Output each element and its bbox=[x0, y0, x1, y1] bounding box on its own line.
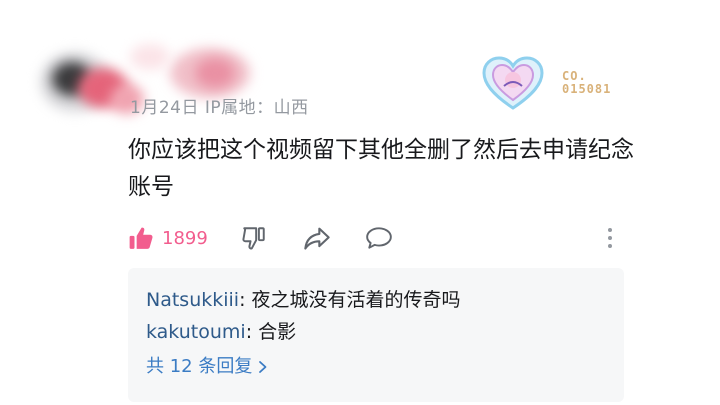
like-count: 1899 bbox=[162, 227, 208, 249]
chevron-right-icon bbox=[259, 361, 267, 373]
share-icon bbox=[304, 227, 330, 250]
dislike-button[interactable] bbox=[241, 225, 267, 251]
thumbs-up-icon bbox=[129, 227, 153, 249]
thumbs-down-icon bbox=[242, 227, 265, 250]
reply-username[interactable]: Natsukkiii bbox=[146, 289, 239, 311]
reply-username[interactable]: kakutoumi bbox=[146, 321, 246, 343]
comment-bubble-icon bbox=[365, 227, 392, 249]
reply-item[interactable]: kakutoumi: 合影 bbox=[146, 316, 606, 348]
comment-card: 1月24日 IP属地：山西 CO. 015081 你应该把这个视频留下其他全删了… bbox=[0, 0, 720, 405]
view-all-replies-link[interactable]: 共 12 条回复 bbox=[146, 350, 606, 384]
reply-text: 合影 bbox=[258, 321, 297, 343]
badge-code: CO. 015081 bbox=[562, 69, 612, 96]
replies-panel: Natsukkiii: 夜之城没有活着的传奇吗 kakutoumi: 合影 共 … bbox=[128, 268, 624, 402]
share-button[interactable] bbox=[303, 225, 331, 251]
view-all-replies-label: 共 12 条回复 bbox=[146, 356, 253, 377]
reply-text: 夜之城没有活着的传奇吗 bbox=[251, 289, 461, 311]
reply-item[interactable]: Natsukkiii: 夜之城没有活着的传奇吗 bbox=[146, 284, 606, 316]
more-options-icon[interactable] bbox=[602, 226, 618, 250]
like-button[interactable]: 1899 bbox=[128, 225, 208, 251]
reply-separator: : bbox=[245, 321, 259, 343]
comment-actions: 1899 bbox=[128, 222, 393, 254]
fan-badge-icon[interactable] bbox=[482, 56, 544, 112]
comment-meta: 1月24日 IP属地：山西 bbox=[130, 98, 309, 118]
reply-button[interactable] bbox=[365, 225, 393, 251]
reply-separator: : bbox=[239, 289, 252, 311]
comment-content: 你应该把这个视频留下其他全删了然后去申请纪念账号 bbox=[128, 137, 634, 200]
